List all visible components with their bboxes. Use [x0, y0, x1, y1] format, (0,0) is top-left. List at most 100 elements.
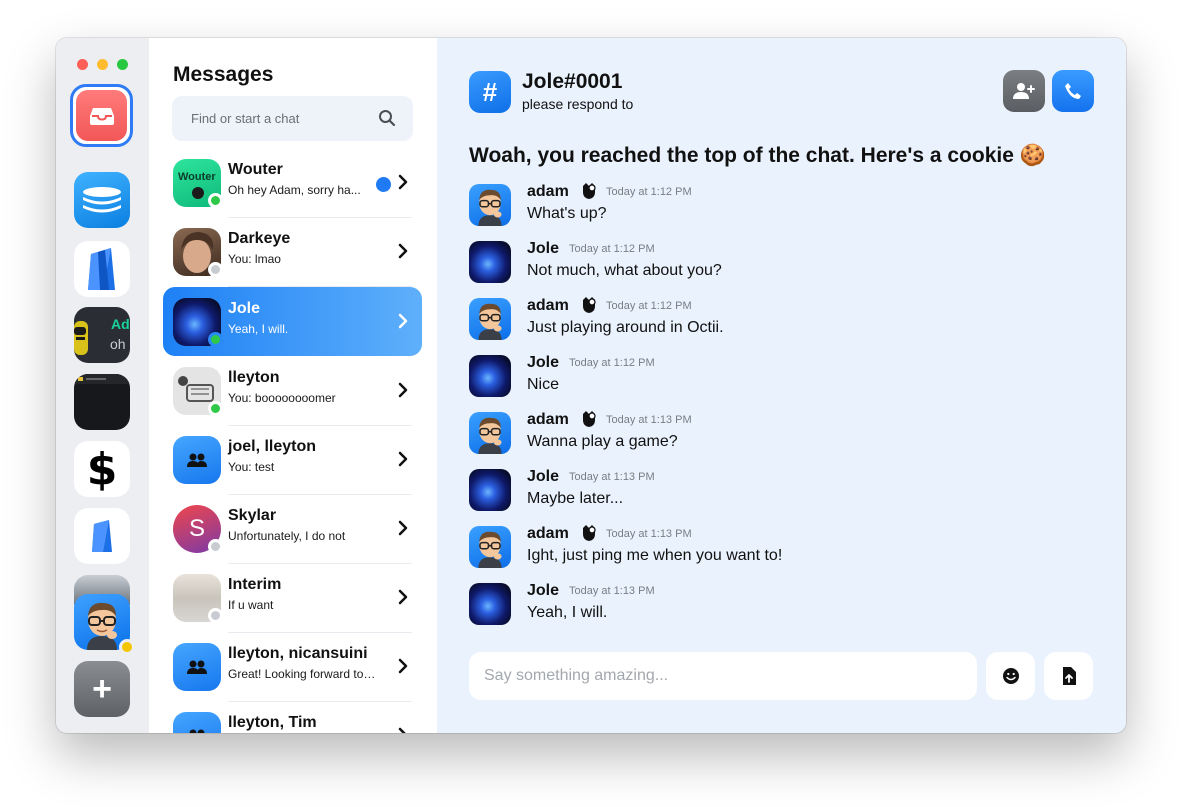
message-timestamp: Today at 1:12 PM — [569, 357, 655, 369]
conversation-item-jole[interactable]: Jole Yeah, I will. — [163, 287, 422, 356]
conversation-item-skylar[interactable]: S Skylar Unfortunately, I do not — [163, 494, 422, 564]
conversation-name: Interim — [228, 576, 282, 593]
user-badge — [580, 524, 598, 547]
plus-icon: + — [92, 669, 112, 708]
verified-badge-icon — [583, 411, 596, 427]
server-snippet-bottom: oh — [110, 336, 126, 352]
upload-file-button[interactable] — [1044, 652, 1093, 700]
profile-button[interactable] — [74, 594, 135, 655]
chevron-right-icon — [398, 658, 408, 674]
group-icon — [187, 660, 207, 674]
message-avatar[interactable] — [469, 241, 511, 283]
channel-name: Jole#0001 — [522, 70, 623, 93]
message-avatar[interactable] — [469, 583, 511, 625]
message-text: Just playing around in Octii. — [527, 319, 724, 336]
conversation-preview: Yeah, I will. — [228, 322, 289, 336]
phone-icon — [1065, 83, 1081, 99]
character-icon — [192, 187, 204, 199]
server-among-us[interactable]: Ad oh — [74, 307, 130, 363]
message-item: Jole Today at 1:12 PM Nice — [469, 354, 1089, 399]
message-avatar[interactable] — [469, 355, 511, 397]
message-author[interactable]: Jole — [527, 354, 559, 372]
conversation-name: Darkeye — [228, 230, 291, 247]
message-text: Maybe later... — [527, 490, 624, 507]
server-database[interactable] — [74, 172, 130, 228]
message-input[interactable]: Say something amazing... — [469, 652, 977, 700]
memoji-icon — [478, 303, 502, 340]
app-window: Ad oh $ + Messages Find or start a chat … — [56, 38, 1126, 733]
avatar — [173, 436, 221, 484]
conversation-item-interim[interactable]: Interim If u want — [163, 563, 422, 633]
server-inbox[interactable] — [70, 84, 133, 147]
conversation-item-wouter[interactable]: Wouter Wouter Oh hey Adam, sorry ha... — [163, 148, 422, 218]
message-timestamp: Today at 1:13 PM — [606, 414, 692, 426]
message-item: adam Today at 1:12 PM What's up? — [469, 183, 1089, 228]
avatar-label: Wouter — [178, 171, 216, 183]
chevron-right-icon — [398, 520, 408, 536]
server-shop[interactable] — [74, 241, 130, 297]
message-author[interactable]: adam — [527, 297, 569, 315]
status-offline — [208, 608, 223, 623]
message-author[interactable]: Jole — [527, 240, 559, 258]
message-text: Yeah, I will. — [527, 604, 608, 621]
message-item: adam Today at 1:13 PM Ight, just ping me w… — [469, 524, 1089, 570]
conversation-name: lleyton — [228, 369, 280, 386]
avatar-letter: S — [188, 515, 205, 542]
message-avatar[interactable] — [469, 469, 511, 511]
message-author[interactable]: adam — [527, 183, 569, 201]
add-user-icon — [1013, 83, 1035, 99]
server-dark-app[interactable] — [74, 374, 130, 430]
conversation-name: lleyton, nicansuini — [228, 645, 368, 662]
message-avatar[interactable] — [469, 298, 511, 340]
conversation-item-lleyton-tim[interactable]: lleyton, Tim — [163, 701, 422, 733]
conversation-preview: Unfortunately, I do not — [228, 529, 346, 543]
shopping-bag-icon — [92, 520, 112, 552]
conversation-item-darkeye[interactable]: Darkeye You: lmao — [163, 217, 422, 287]
zoom-window-button[interactable] — [117, 59, 128, 70]
server-dollar[interactable]: $ — [74, 441, 130, 497]
add-server-button[interactable]: + — [74, 661, 130, 717]
avatar — [173, 712, 221, 733]
message-text: Ight, just ping me when you want to! — [527, 547, 783, 564]
message-item: Jole Today at 1:13 PM Yeah, I will. — [469, 582, 1089, 627]
conversation-item-joel-lleyton[interactable]: joel, lleyton You: test — [163, 425, 422, 495]
conversation-list-panel: Messages Find or start a chat Wouter Wou… — [149, 38, 437, 733]
message-author[interactable]: adam — [527, 525, 569, 543]
verified-badge-icon — [583, 297, 596, 313]
status-offline — [208, 262, 223, 277]
message-item: adam Today at 1:12 PM Just playing around … — [469, 297, 1089, 342]
call-button[interactable] — [1052, 70, 1094, 112]
conversation-preview: If u want — [228, 598, 274, 612]
message-author[interactable]: adam — [527, 411, 569, 429]
profile-status-idle — [119, 639, 135, 655]
status-online — [208, 193, 223, 208]
message-author[interactable]: Jole — [527, 468, 559, 486]
message-author[interactable]: Jole — [527, 582, 559, 600]
emoji-icon — [1002, 668, 1019, 684]
search-input[interactable]: Find or start a chat — [172, 96, 413, 141]
message-avatar[interactable] — [469, 184, 511, 226]
chevron-right-icon — [398, 589, 408, 605]
conversation-item-lleyton-nicansuini[interactable]: lleyton, nicansuini Great! Looking forwa… — [163, 632, 422, 702]
memoji-icon — [478, 189, 502, 226]
conversation-item-lleyton[interactable]: lleyton You: boooooooomer — [163, 356, 422, 426]
message-timestamp: Today at 1:13 PM — [569, 585, 655, 597]
message-avatar[interactable] — [469, 526, 511, 568]
memoji-icon — [87, 602, 117, 650]
add-user-button[interactable] — [1003, 70, 1045, 112]
message-item: adam Today at 1:13 PM Wanna play a game? — [469, 411, 1089, 456]
close-window-button[interactable] — [77, 59, 88, 70]
group-icon — [189, 729, 205, 733]
emoji-button[interactable] — [986, 652, 1035, 700]
unread-badge — [376, 177, 391, 192]
message-timestamp: Today at 1:13 PM — [606, 528, 692, 540]
conversation-preview: Oh hey Adam, sorry ha... — [228, 183, 361, 197]
memoji-icon — [478, 417, 502, 454]
message-avatar[interactable] — [469, 412, 511, 454]
server-shop-2[interactable] — [74, 508, 130, 564]
inbox-tray-icon — [89, 107, 114, 125]
dark-window-icon — [74, 374, 130, 384]
message-text: Wanna play a game? — [527, 433, 678, 450]
conversation-preview: Great! Looking forward to ... — [228, 667, 376, 681]
minimize-window-button[interactable] — [97, 59, 108, 70]
